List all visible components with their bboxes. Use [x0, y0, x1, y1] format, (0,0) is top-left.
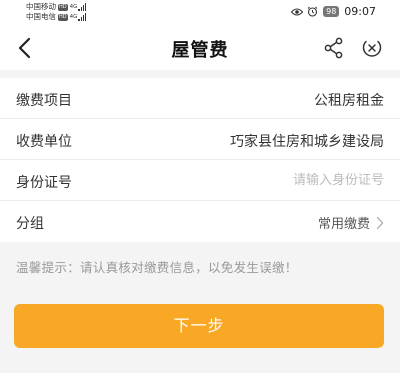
payment-item-label: 缴费项目: [16, 93, 72, 109]
id-number-input[interactable]: [184, 168, 384, 192]
id-number-label: 身份证号: [16, 175, 72, 191]
payee-unit-value: 巧家县住房和城乡建设局: [230, 134, 384, 150]
hd-badge-1: HD: [58, 3, 68, 11]
group-label: 分组: [16, 216, 44, 232]
share-button[interactable]: [322, 36, 346, 60]
payment-form: 缴费项目 公租房租金 收费单位 巧家县住房和城乡建设局 身份证号 分组 常用缴费: [0, 78, 400, 242]
carrier-name-1: 中国移动: [26, 2, 56, 11]
payee-unit-label: 收费单位: [16, 134, 72, 150]
payment-item-value: 公租房租金: [314, 93, 384, 109]
close-button[interactable]: [360, 36, 384, 60]
battery-icon: 98: [323, 6, 340, 17]
carrier-name-2: 中国电信: [26, 12, 56, 21]
group-select[interactable]: 常用缴费: [318, 213, 384, 232]
signal-icon: [78, 3, 87, 11]
clock-time: 09:07: [344, 5, 376, 18]
row-payment-item: 缴费项目 公租房租金: [0, 78, 400, 119]
eye-icon: [291, 7, 304, 17]
share-icon: [324, 37, 343, 59]
status-bar: 中国移动 HD 4G 中国电信 HD 4G 98 09:07: [0, 0, 400, 26]
signal-icon: [78, 13, 87, 21]
network-type-1: 4G: [69, 4, 78, 10]
next-step-button[interactable]: 下一步: [14, 304, 384, 348]
hd-badge-2: HD: [58, 13, 68, 21]
warm-tip: 温馨提示：请认真核对缴费信息，以免发生误缴！: [16, 260, 298, 275]
row-group: 分组 常用缴费: [0, 201, 400, 242]
carrier-info: 中国移动 HD 4G 中国电信 HD 4G: [26, 2, 87, 22]
row-id-number: 身份证号: [0, 160, 400, 201]
row-payee-unit: 收费单位 巧家县住房和城乡建设局: [0, 119, 400, 160]
app-header: 屋管费: [0, 26, 400, 70]
group-value: 常用缴费: [317, 217, 370, 232]
chevron-right-icon: [376, 216, 384, 229]
close-circle-icon: [362, 40, 382, 57]
network-type-2: 4G: [69, 14, 78, 20]
alarm-clock-icon: [307, 6, 318, 17]
